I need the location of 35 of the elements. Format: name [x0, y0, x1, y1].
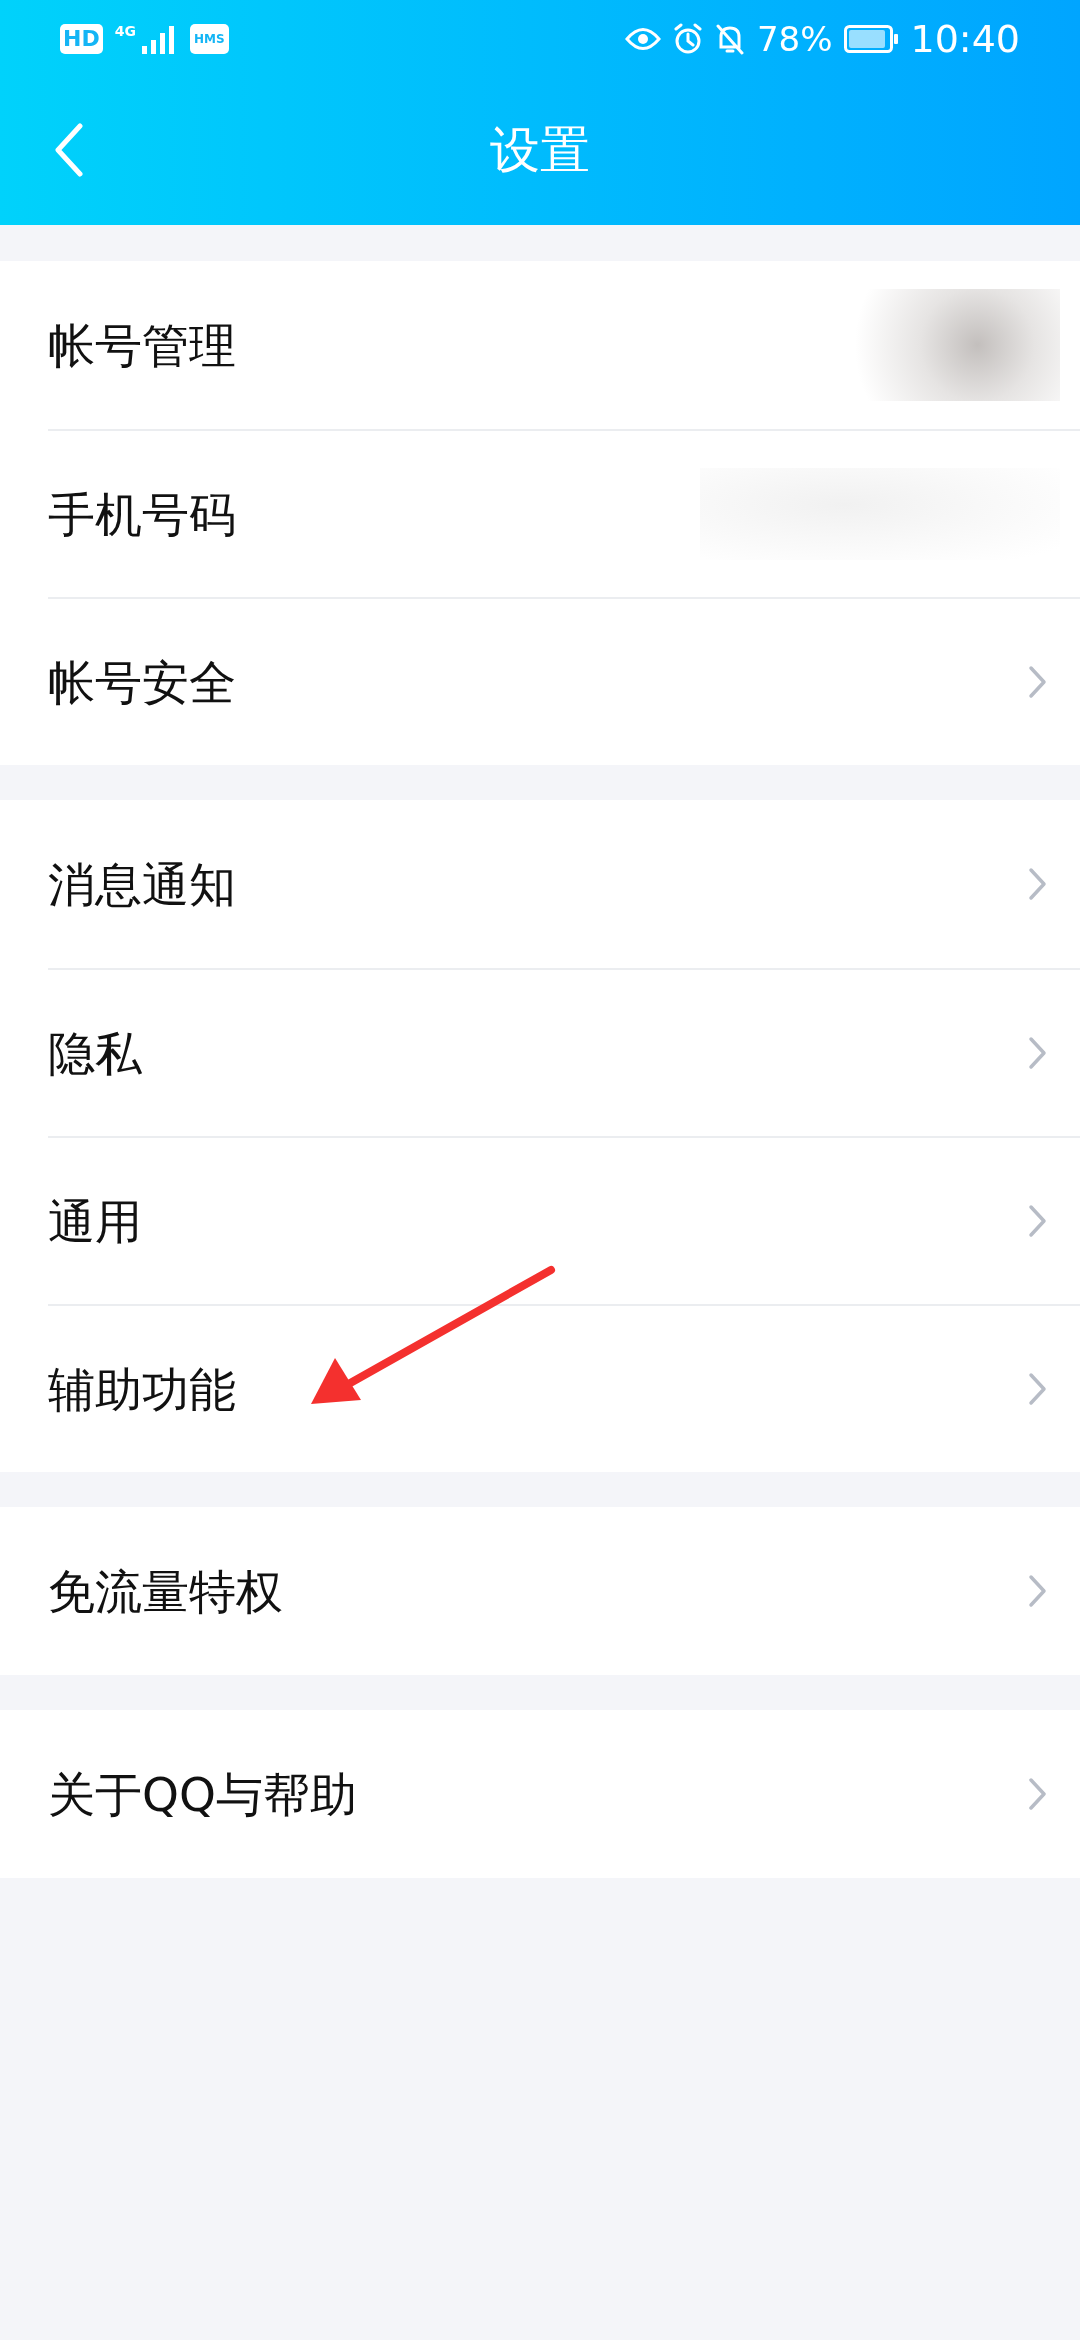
- chevron-right-icon: [1028, 1372, 1048, 1406]
- clock-time: 10:40: [910, 20, 1020, 58]
- settings-row[interactable]: 帐号管理: [48, 261, 1080, 429]
- back-icon: [54, 122, 84, 177]
- page-title: 设置: [490, 124, 590, 175]
- row-label: 消息通知: [48, 860, 236, 908]
- hd-badge: HD: [60, 24, 103, 54]
- row-label: 手机号码: [48, 490, 236, 538]
- battery-icon: [844, 25, 899, 53]
- chevron-right-icon: [1028, 1777, 1048, 1811]
- settings-row[interactable]: 手机号码: [48, 429, 1080, 597]
- chevron-right-icon: [1028, 1036, 1048, 1070]
- settings-row[interactable]: 消息通知: [48, 800, 1080, 968]
- row-label: 辅助功能: [48, 1365, 236, 1413]
- settings-row[interactable]: 关于QQ与帮助: [48, 1710, 1080, 1878]
- row-label: 帐号安全: [48, 658, 236, 706]
- settings-row[interactable]: 免流量特权: [48, 1507, 1080, 1675]
- row-label: 帐号管理: [48, 321, 236, 369]
- battery-percent: 78%: [756, 22, 833, 56]
- settings-row[interactable]: 帐号安全: [48, 597, 1080, 765]
- settings-row[interactable]: 隐私: [48, 968, 1080, 1136]
- alarm-clock-icon: [672, 23, 703, 55]
- eye-icon: [624, 26, 661, 52]
- chevron-right-icon: [1028, 1204, 1048, 1238]
- row-label: 隐私: [48, 1029, 142, 1077]
- settings-row[interactable]: 通用: [48, 1136, 1080, 1304]
- row-label: 免流量特权: [48, 1567, 283, 1615]
- chevron-right-icon: [1028, 867, 1048, 901]
- network-label: 4G: [114, 24, 136, 38]
- hms-badge: HMS: [189, 24, 229, 54]
- muted-bell-icon: [714, 23, 745, 55]
- chevron-right-icon: [1028, 665, 1048, 699]
- row-label: 通用: [48, 1197, 142, 1245]
- chevron-right-icon: [1028, 1574, 1048, 1608]
- row-label: 关于QQ与帮助: [48, 1770, 357, 1818]
